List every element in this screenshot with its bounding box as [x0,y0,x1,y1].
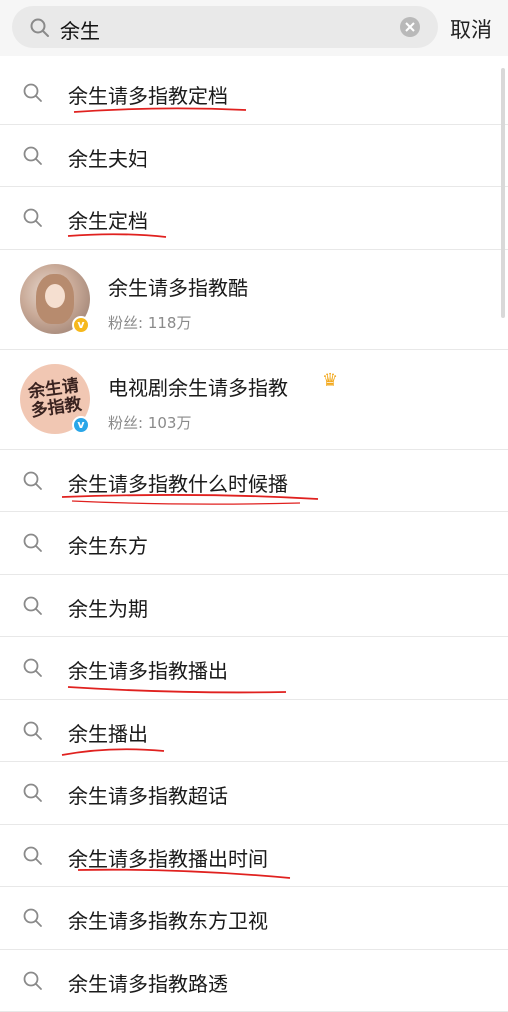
search-icon [22,970,44,992]
search-icon [22,720,44,742]
list-item[interactable]: 余生请多指教超话 [0,762,508,825]
user-fans-count: 粉丝: 118万 [108,312,191,333]
list-item[interactable]: 余生请多指教东方卫视 [0,887,508,950]
search-icon [22,845,44,867]
search-icon [22,595,44,617]
verified-badge-icon: v [72,316,90,334]
list-item[interactable]: 余生为期 [0,575,508,638]
verified-badge-icon: v [72,416,90,434]
search-icon [22,470,44,492]
list-item[interactable]: 余生播出 [0,700,508,763]
search-icon [22,145,44,167]
search-icon [22,907,44,929]
list-item[interactable]: 余生请多指教定档 [0,62,508,125]
suggestion-label: 余生东方 [68,530,148,559]
user-name: 余生请多指教酷 [108,272,248,301]
list-item[interactable]: 余生请多指教播出时间 [0,825,508,888]
crown-icon: ♛ [322,370,344,392]
list-item[interactable]: 余生夫妇 [0,125,508,188]
user-name: 电视剧余生请多指教 [108,372,288,401]
list-item[interactable]: 余生请多指教播出 [0,637,508,700]
clear-icon[interactable] [400,17,420,37]
list-item[interactable]: 余生东方 [0,512,508,575]
suggestion-label: 余生请多指教播出时间 [68,843,268,872]
suggestion-list: 余生请多指教定档 余生夫妇 余生定档 v 余生请多指教酷 粉丝: 118万 余生… [0,62,508,1012]
search-icon [22,82,44,104]
search-input[interactable]: 余生 [12,6,438,48]
search-icon [22,657,44,679]
suggestion-label: 余生为期 [68,593,148,622]
avatar-logo: 余生请多指教 [22,375,89,421]
user-result[interactable]: 余生请多指教 v 电视剧余生请多指教 ♛ 粉丝: 103万 [0,350,508,450]
suggestion-label: 余生夫妇 [68,143,148,172]
suggestion-label: 余生播出 [68,718,148,747]
avatar-face [45,284,65,308]
list-item[interactable]: 余生请多指教什么时候播 [0,450,508,513]
scrollbar[interactable] [501,68,505,318]
search-query-text: 余生 [60,15,100,44]
suggestion-label: 余生请多指教超话 [68,780,228,809]
suggestion-label: 余生请多指教播出 [68,655,228,684]
list-item[interactable]: 余生定档 [0,187,508,250]
suggestion-label: 余生请多指教东方卫视 [68,905,268,934]
suggestion-label: 余生请多指教什么时候播 [68,468,288,497]
suggestion-label: 余生定档 [68,205,148,234]
cancel-button[interactable]: 取消 [450,14,492,44]
search-icon [29,17,51,39]
search-header: 余生 取消 [0,0,508,56]
user-fans-count: 粉丝: 103万 [108,412,191,433]
search-icon [22,532,44,554]
search-icon [22,782,44,804]
search-icon [22,207,44,229]
suggestion-label: 余生请多指教定档 [68,80,228,109]
list-item[interactable]: 余生请多指教路透 [0,950,508,1012]
suggestion-label: 余生请多指教路透 [68,968,228,997]
user-result[interactable]: v 余生请多指教酷 粉丝: 118万 [0,250,508,350]
